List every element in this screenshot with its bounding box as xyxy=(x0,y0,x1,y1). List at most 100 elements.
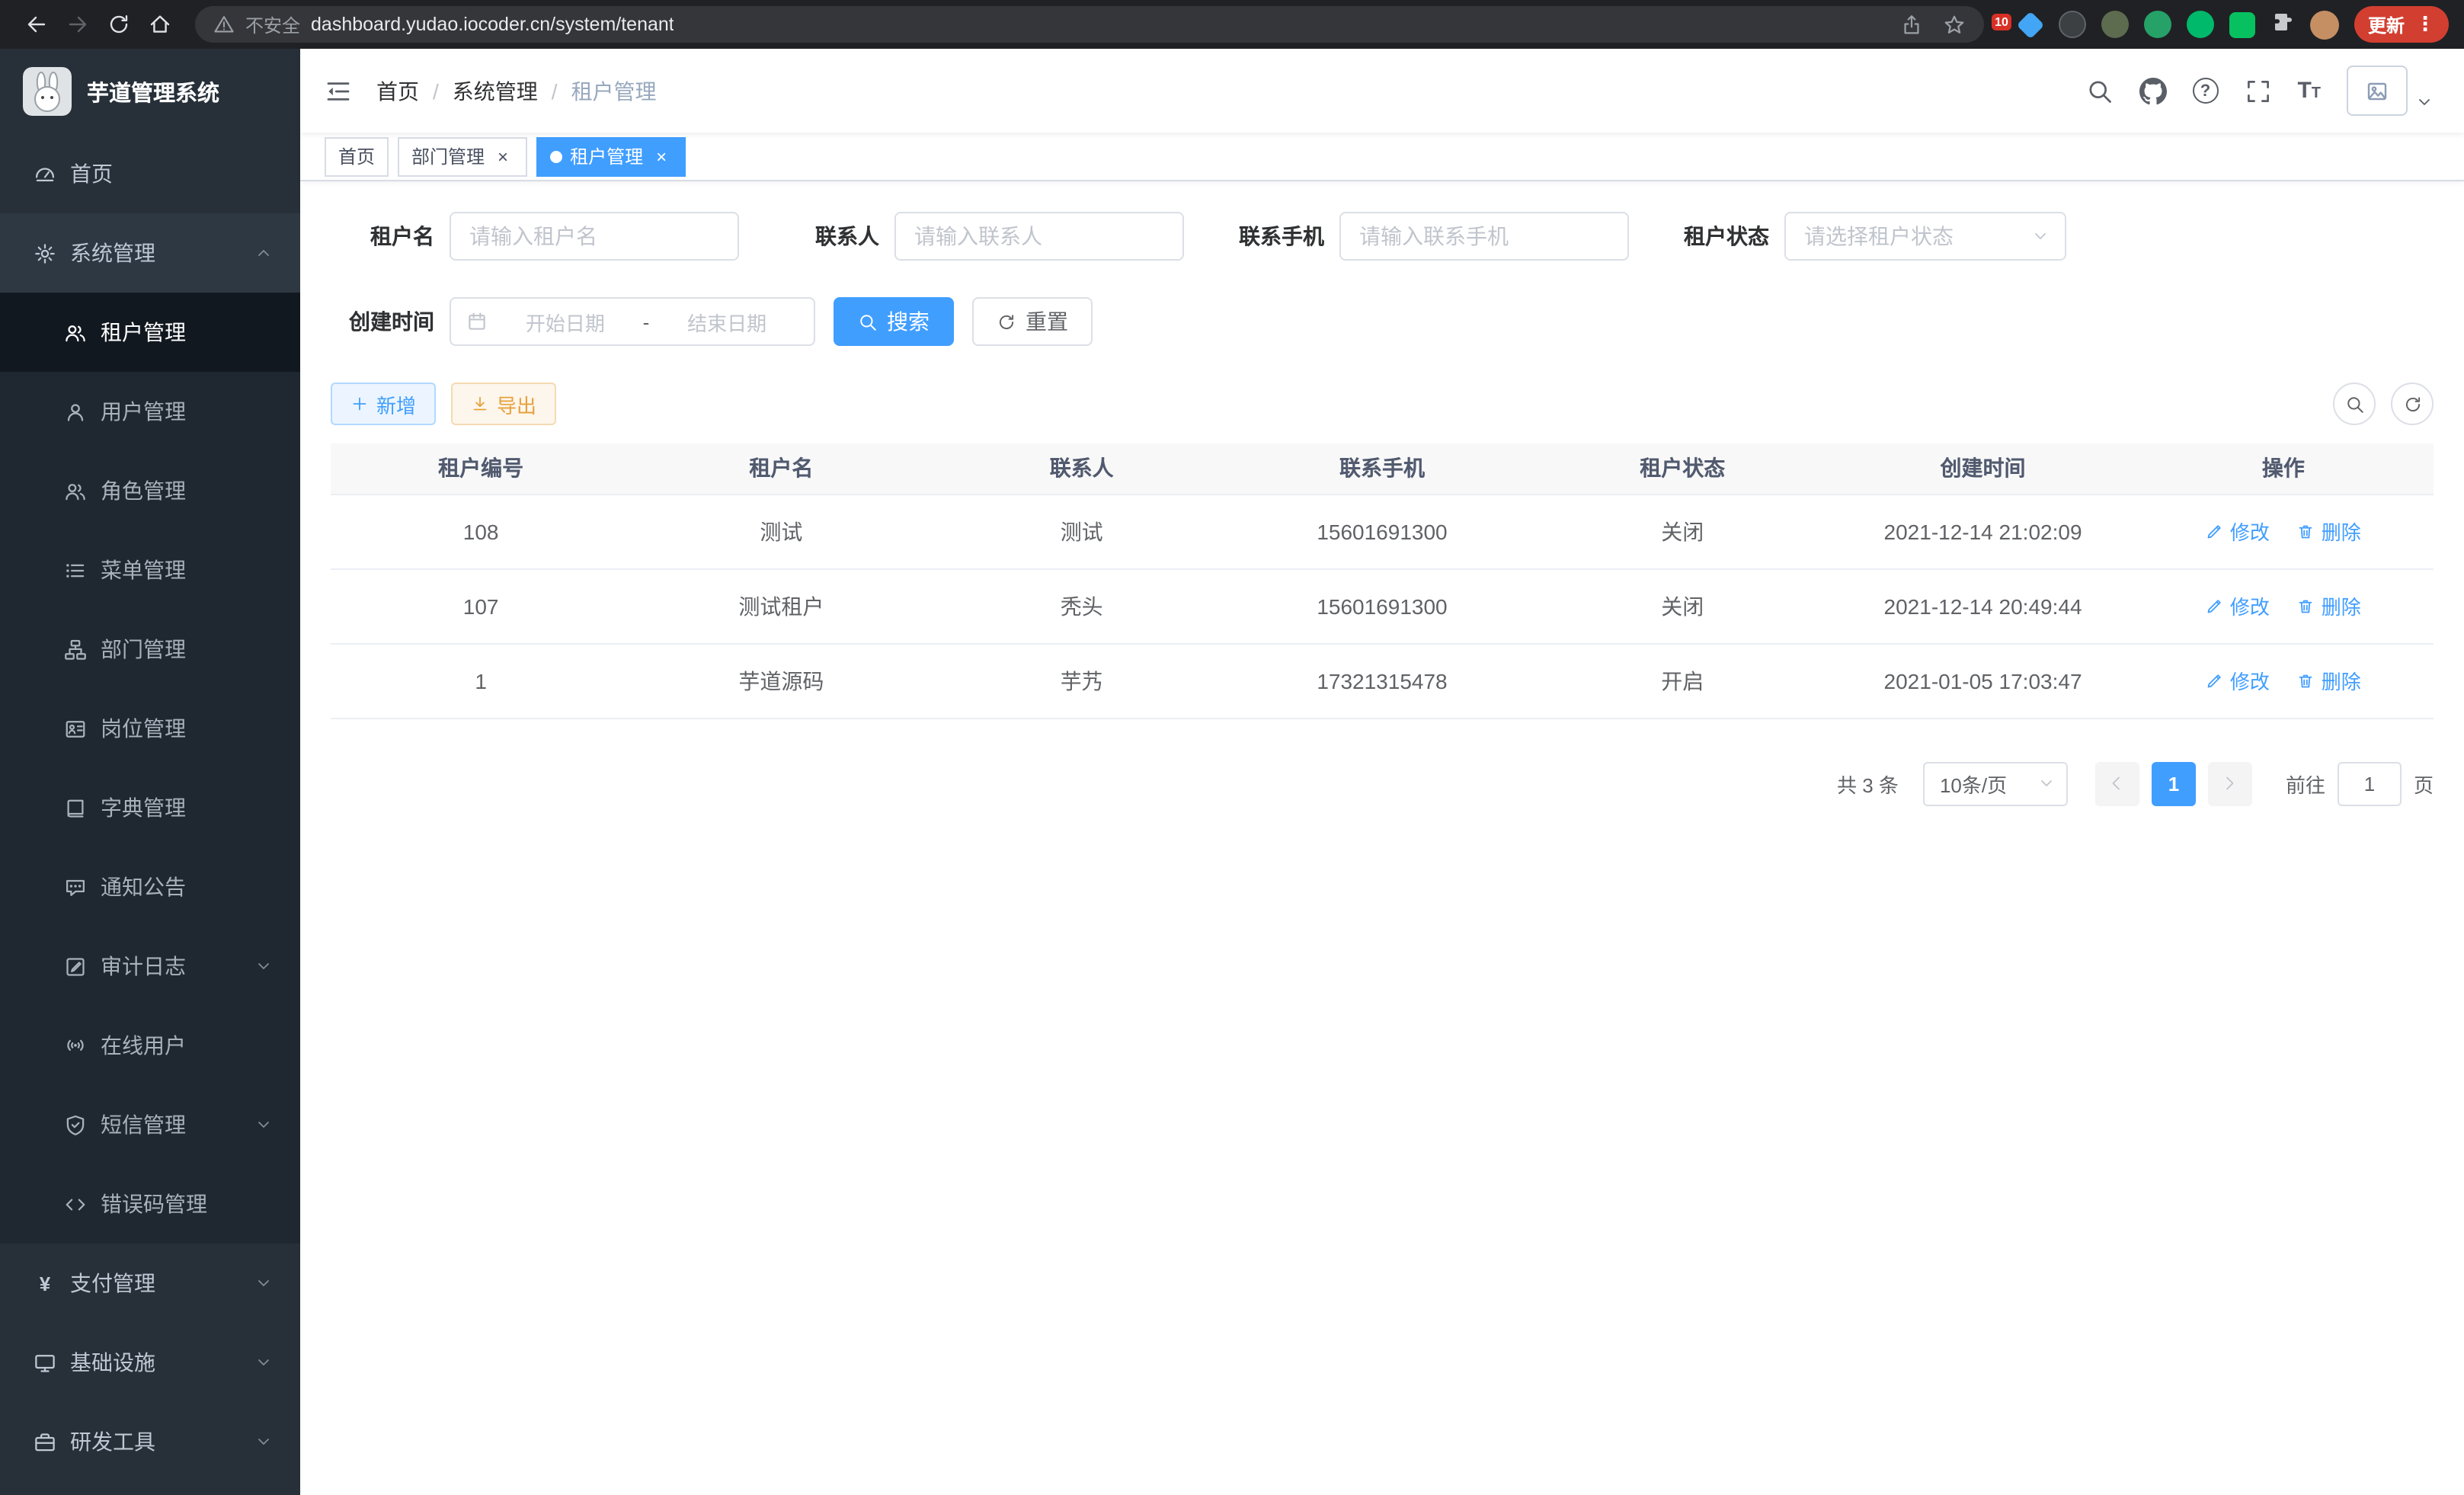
browser-profile-avatar[interactable] xyxy=(2310,10,2339,39)
extension-icon-diamond[interactable] xyxy=(2017,11,2045,39)
phone-input[interactable] xyxy=(1339,212,1629,261)
extension-icon-chat[interactable] xyxy=(2229,11,2255,37)
extension-icon-yuque[interactable] xyxy=(2187,11,2214,38)
browser-reload-button[interactable] xyxy=(98,4,139,45)
sidebar-item-menu[interactable]: 菜单管理 xyxy=(0,530,300,610)
calendar-icon xyxy=(466,311,488,332)
sidebar-item-label: 用户管理 xyxy=(101,396,186,427)
chevron-down-icon xyxy=(254,1353,273,1372)
edit-link[interactable]: 修改 xyxy=(2206,591,2270,620)
sidebar-item-notice[interactable]: 通知公告 xyxy=(0,847,300,927)
update-label: 更新 xyxy=(2368,11,2405,37)
sidebar-item-label: 研发工具 xyxy=(70,1426,155,1457)
sidebar-item-infra[interactable]: 基础设施 xyxy=(0,1323,300,1402)
page-goto-input[interactable] xyxy=(2338,761,2402,805)
reset-button[interactable]: 重置 xyxy=(972,297,1093,346)
pagination-total: 共 3 条 xyxy=(1837,769,1899,798)
page-size-select[interactable]: 10条/页 xyxy=(1923,761,2068,805)
browser-menu-kebab-icon[interactable]: ⋮ xyxy=(2415,12,2435,37)
sidebar-item-label: 审计日志 xyxy=(101,951,186,981)
sidebar-item-tenant[interactable]: 租户管理 xyxy=(0,293,300,372)
contact-label: 联系人 xyxy=(776,221,879,251)
close-icon[interactable]: × xyxy=(651,146,672,167)
sidebar-item-payment[interactable]: ¥ 支付管理 xyxy=(0,1244,300,1323)
sidebar-item-sms[interactable]: 短信管理 xyxy=(0,1085,300,1164)
chevron-down-icon xyxy=(254,957,273,975)
chevron-right-icon xyxy=(2221,774,2239,792)
search-button[interactable]: 搜索 xyxy=(834,297,954,346)
sidebar-item-online-user[interactable]: 在线用户 xyxy=(0,1006,300,1085)
toggle-search-button[interactable] xyxy=(2333,383,2376,425)
share-icon[interactable] xyxy=(1900,13,1923,36)
status-select[interactable]: 请选择租户状态 xyxy=(1784,212,2066,261)
chevron-down-icon xyxy=(254,1274,273,1292)
pagination: 共 3 条 10条/页 1 前往 页 xyxy=(331,761,2434,805)
bookmark-star-icon[interactable] xyxy=(1943,13,1966,36)
status-select-placeholder: 请选择租户状态 xyxy=(1804,221,2031,251)
page-number-button[interactable]: 1 xyxy=(2152,761,2196,805)
chat-bubble-icon xyxy=(64,876,87,898)
sidebar-item-dict[interactable]: 字典管理 xyxy=(0,768,300,847)
search-icon[interactable] xyxy=(2085,77,2113,104)
org-tree-icon xyxy=(64,638,87,661)
delete-link[interactable]: 删除 xyxy=(2297,591,2361,620)
tenant-name-label: 租户名 xyxy=(331,221,434,251)
help-icon[interactable]: ? xyxy=(2192,78,2218,104)
tab-home[interactable]: 首页 xyxy=(325,136,389,176)
font-size-icon[interactable]: TT xyxy=(2297,79,2321,102)
extension-icon-green[interactable] xyxy=(2144,11,2171,38)
breadcrumb-separator: / xyxy=(552,78,558,103)
sidebar-item-dept[interactable]: 部门管理 xyxy=(0,610,300,689)
end-date-placeholder: 结束日期 xyxy=(655,307,798,336)
prev-page-button[interactable] xyxy=(2095,761,2139,805)
url-text[interactable]: dashboard.yudao.iocoder.cn/system/tenant xyxy=(311,14,674,35)
sidebar-item-role[interactable]: 角色管理 xyxy=(0,451,300,530)
next-page-button[interactable] xyxy=(2208,761,2252,805)
col-tenant-name: 租户名 xyxy=(631,443,931,494)
browser-update-button[interactable]: 更新 ⋮ xyxy=(2354,6,2449,43)
forward-arrow-icon xyxy=(65,12,89,37)
browser-chrome: 不安全 dashboard.yudao.iocoder.cn/system/te… xyxy=(0,0,2464,49)
edit-link[interactable]: 修改 xyxy=(2206,517,2270,546)
extension-icon-dark[interactable] xyxy=(2059,11,2086,38)
export-button[interactable]: 导出 xyxy=(451,383,556,425)
edit-link[interactable]: 修改 xyxy=(2206,666,2270,695)
tab-tenant[interactable]: 租户管理 × xyxy=(536,136,686,176)
chevron-down-icon xyxy=(254,1116,273,1134)
browser-home-button[interactable] xyxy=(139,4,180,45)
delete-link[interactable]: 删除 xyxy=(2297,666,2361,695)
browser-back-button[interactable] xyxy=(15,4,56,45)
sidebar-item-system[interactable]: 系统管理 xyxy=(0,213,300,293)
refresh-table-button[interactable] xyxy=(2391,383,2434,425)
url-bar[interactable]: 不安全 dashboard.yudao.iocoder.cn/system/te… xyxy=(195,6,1984,43)
system-submenu: 租户管理 用户管理 角色管理 菜单管理 部门管理 xyxy=(0,293,300,1244)
github-icon[interactable] xyxy=(2139,77,2166,104)
breadcrumb-home[interactable]: 首页 xyxy=(376,75,419,106)
browser-forward-button[interactable] xyxy=(56,4,98,45)
tenant-name-input[interactable] xyxy=(450,212,739,261)
sidebar-item-audit-log[interactable]: 审计日志 xyxy=(0,927,300,1006)
sidebar-item-user[interactable]: 用户管理 xyxy=(0,372,300,451)
cell-created: 2021-01-05 17:03:47 xyxy=(1832,643,2133,718)
close-icon[interactable]: × xyxy=(492,146,514,167)
sidebar-item-devtools[interactable]: 研发工具 xyxy=(0,1402,300,1481)
security-label[interactable]: 不安全 xyxy=(245,11,300,37)
breadcrumb-system[interactable]: 系统管理 xyxy=(453,75,538,106)
delete-link[interactable]: 删除 xyxy=(2297,517,2361,546)
goto-suffix: 页 xyxy=(2414,769,2434,798)
fullscreen-icon[interactable] xyxy=(2244,77,2271,104)
extensions-puzzle-icon[interactable] xyxy=(2270,8,2295,40)
sidebar-item-post[interactable]: 岗位管理 xyxy=(0,689,300,768)
add-button[interactable]: 新增 xyxy=(331,383,436,425)
tab-dept[interactable]: 部门管理 × xyxy=(398,136,527,176)
create-time-range-picker[interactable]: 开始日期 - 结束日期 xyxy=(450,297,815,346)
user-avatar-menu[interactable] xyxy=(2347,66,2434,116)
reset-button-label: 重置 xyxy=(1026,306,1068,337)
sidebar-item-home[interactable]: 首页 xyxy=(0,134,300,213)
extension-icon-olive[interactable] xyxy=(2101,11,2129,38)
contact-input[interactable] xyxy=(894,212,1184,261)
cell-phone: 17321315478 xyxy=(1232,643,1532,718)
sidebar-toggle-button[interactable] xyxy=(325,77,352,104)
sidebar-item-error-code[interactable]: 错误码管理 xyxy=(0,1164,300,1244)
app-logo-row[interactable]: 芋道管理系统 xyxy=(0,49,300,134)
